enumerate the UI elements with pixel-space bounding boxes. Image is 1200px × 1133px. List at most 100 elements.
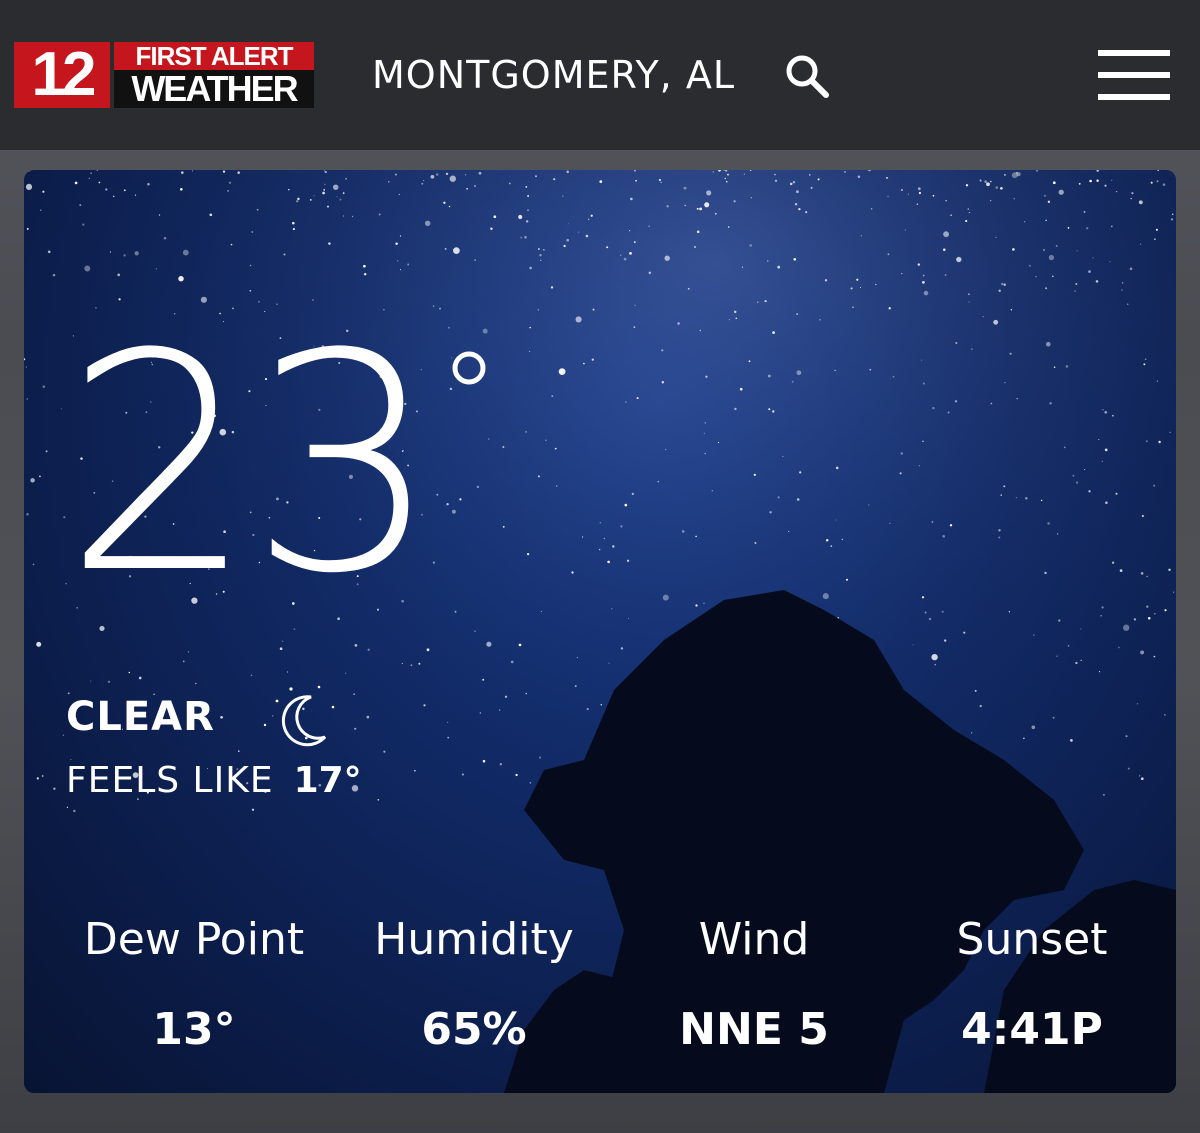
star	[283, 253, 286, 256]
star	[566, 238, 570, 242]
star	[677, 322, 680, 325]
star	[607, 560, 610, 564]
location-label[interactable]: MONTGOMERY, AL	[372, 50, 735, 100]
star	[250, 674, 253, 676]
star	[1044, 571, 1047, 575]
star	[1092, 257, 1094, 259]
star	[439, 307, 441, 310]
star	[25, 366, 27, 368]
star	[585, 234, 589, 238]
stat-sunset: Sunset 4:41P	[892, 910, 1172, 1058]
feels-like-row: FEELS LIKE 17°	[66, 758, 362, 804]
star	[486, 641, 492, 647]
star	[623, 257, 627, 261]
star	[796, 498, 800, 501]
star	[889, 522, 891, 524]
star	[809, 174, 811, 176]
star	[395, 242, 398, 245]
star	[1028, 264, 1031, 267]
star	[1058, 189, 1064, 195]
star	[1170, 218, 1174, 221]
star	[792, 180, 796, 184]
star	[1156, 180, 1159, 183]
star	[1008, 611, 1010, 613]
star	[447, 736, 450, 739]
star	[1031, 725, 1036, 730]
star	[418, 662, 421, 665]
star	[620, 647, 624, 650]
hamburger-menu-icon[interactable]	[1098, 50, 1170, 100]
star	[163, 236, 167, 240]
star	[297, 197, 300, 201]
star	[535, 175, 537, 178]
star	[539, 756, 542, 759]
star	[922, 274, 925, 277]
star	[1045, 219, 1047, 221]
star	[42, 385, 46, 388]
star	[123, 189, 126, 192]
star	[822, 593, 829, 600]
star	[824, 279, 828, 282]
star	[885, 176, 889, 179]
star	[529, 266, 532, 270]
star	[556, 485, 558, 487]
star	[943, 231, 950, 238]
star	[907, 193, 909, 195]
star	[1080, 628, 1082, 630]
star	[586, 708, 589, 711]
star	[339, 198, 342, 201]
star	[921, 359, 923, 361]
star	[728, 319, 731, 321]
star	[482, 759, 486, 763]
star	[982, 315, 984, 318]
star	[39, 209, 42, 212]
star	[123, 254, 126, 257]
star	[453, 247, 460, 254]
star	[353, 693, 355, 695]
star	[539, 254, 542, 257]
star	[984, 180, 987, 183]
star	[251, 231, 254, 233]
star	[1109, 261, 1111, 263]
star	[26, 398, 29, 400]
star	[899, 472, 902, 475]
star	[990, 200, 992, 202]
star	[590, 214, 593, 217]
star	[576, 656, 579, 659]
star	[791, 380, 794, 383]
star	[869, 368, 872, 371]
star	[504, 695, 508, 698]
search-icon[interactable]	[784, 53, 830, 99]
star	[846, 578, 848, 581]
star	[619, 254, 622, 257]
star	[856, 278, 859, 281]
star	[608, 662, 610, 664]
star	[550, 286, 554, 289]
star	[366, 715, 370, 719]
star	[767, 260, 769, 262]
star	[73, 809, 76, 813]
star	[1047, 522, 1050, 525]
star	[134, 194, 137, 196]
star	[26, 512, 29, 516]
station-logo[interactable]: 12 FIRST ALERT WEATHER	[14, 42, 314, 108]
star	[445, 172, 449, 176]
star	[571, 571, 574, 574]
star	[98, 181, 101, 184]
star	[1131, 192, 1134, 195]
current-conditions-card: 23 CLEAR FEELS LIKE 17° Dew Point 13° Hum…	[24, 170, 1176, 1093]
star	[578, 231, 580, 233]
star	[1089, 179, 1092, 183]
star	[107, 680, 111, 684]
star	[1139, 775, 1141, 777]
star	[525, 431, 527, 433]
star	[436, 493, 439, 496]
star	[1043, 249, 1045, 251]
star	[1096, 179, 1099, 182]
stat-humidity: Humidity 65%	[334, 910, 614, 1058]
star	[968, 212, 970, 214]
star	[825, 538, 829, 542]
star	[328, 242, 331, 245]
star	[1051, 275, 1054, 278]
star	[712, 171, 715, 173]
